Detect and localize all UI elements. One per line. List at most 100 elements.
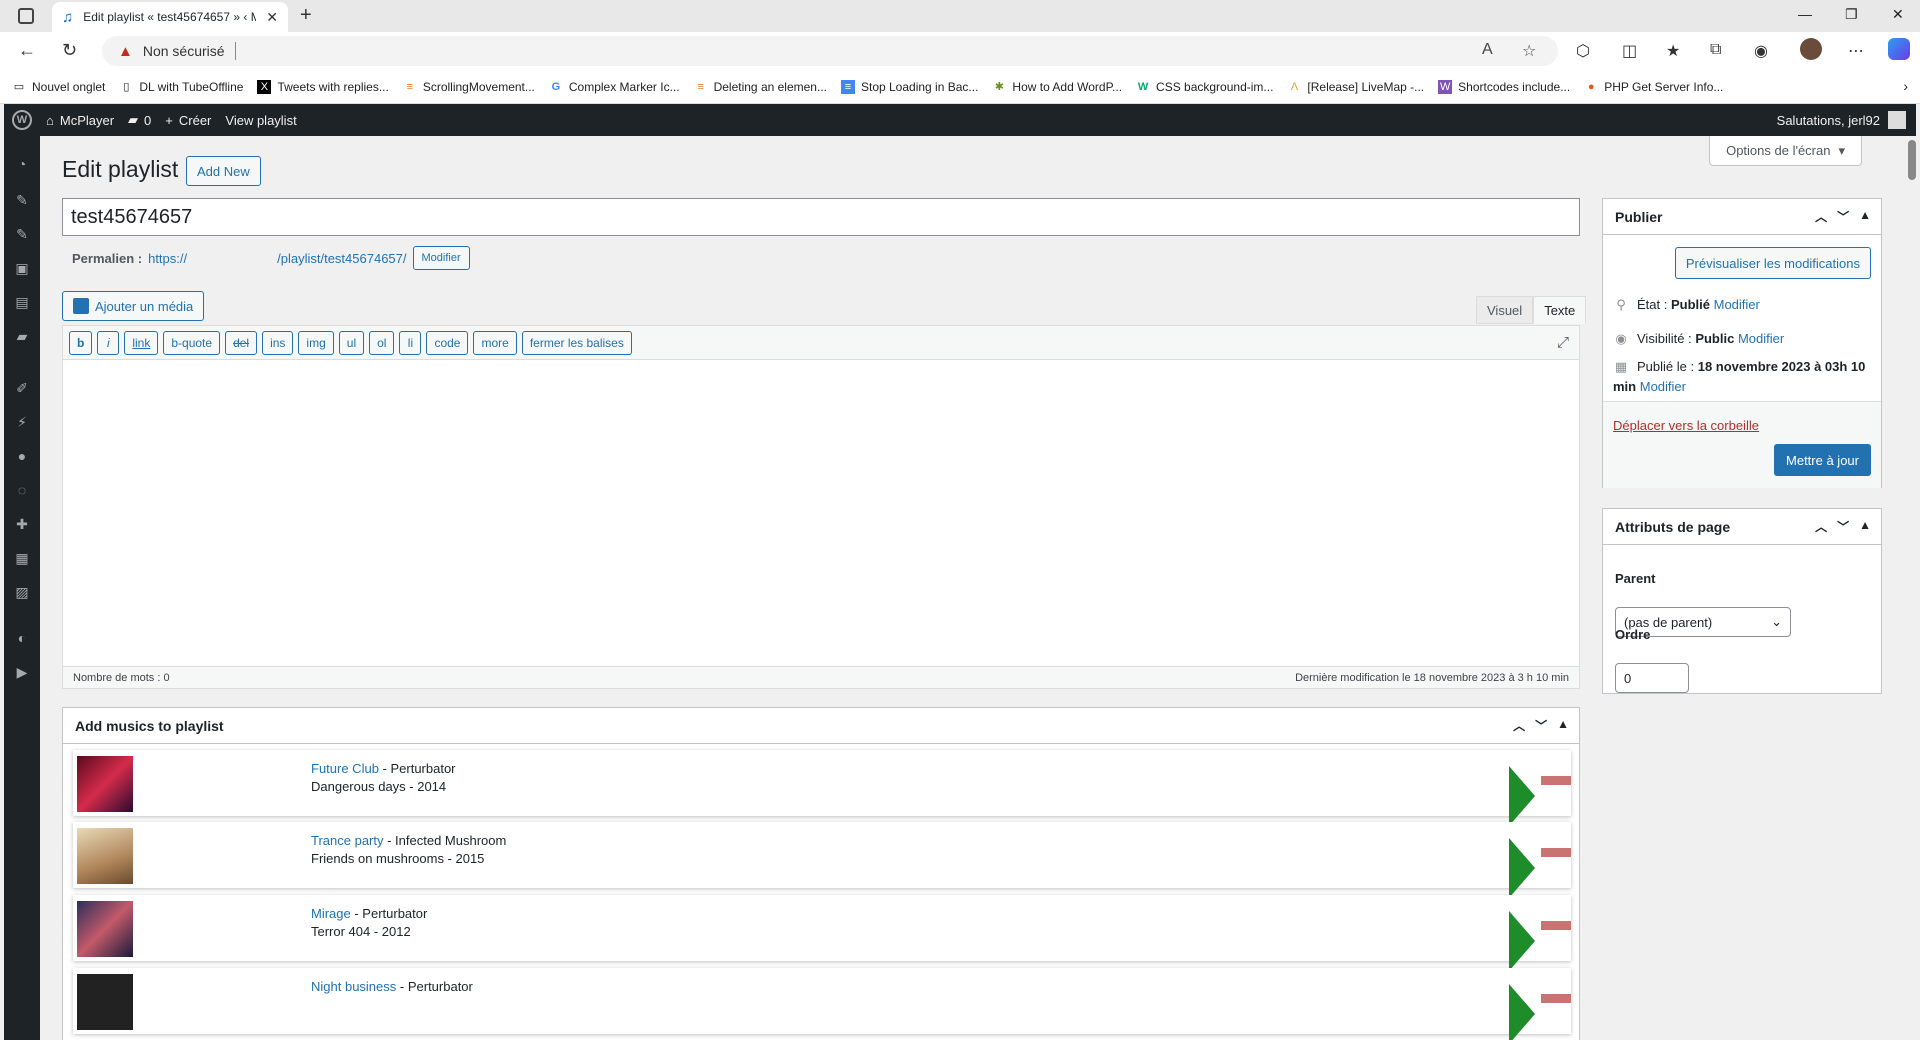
collapse-icon[interactable]: ◐	[14, 630, 30, 646]
read-aloud-icon[interactable]: A	[1482, 41, 1493, 59]
copilot-icon[interactable]	[1888, 38, 1910, 60]
users-icon[interactable]: ●	[14, 448, 30, 464]
add-new-button[interactable]: Add New	[186, 156, 261, 186]
play-icon[interactable]	[1509, 766, 1535, 826]
update-button[interactable]: Mettre à jour	[1774, 444, 1871, 476]
pin-icon[interactable]: ✎	[14, 226, 30, 242]
remove-icon[interactable]	[1541, 848, 1571, 857]
bookmark[interactable]: ▭ Nouvel onglet	[12, 80, 106, 94]
pin-icon[interactable]: ✎	[14, 192, 30, 208]
new-tab-button[interactable]: +	[300, 4, 312, 27]
qt-li-button[interactable]: li	[399, 330, 422, 355]
tab-visual[interactable]: Visuel	[1476, 296, 1534, 324]
move-up-icon[interactable]: ︿	[1513, 717, 1525, 734]
qt-italic-button[interactable]: i	[97, 330, 120, 355]
permalink-prefix-link[interactable]: https://	[148, 251, 187, 266]
bookmark[interactable]: ✱ How to Add WordP...	[992, 80, 1122, 94]
screen-options-button[interactable]: Options de l'écran ▾	[1709, 136, 1862, 166]
remove-icon[interactable]	[1541, 994, 1571, 1003]
permalink-path-link[interactable]: /playlist/test45674657/	[277, 251, 406, 266]
more-icon[interactable]: ⋯	[1848, 41, 1864, 61]
extensions-icon[interactable]: ⬡	[1576, 41, 1590, 61]
bookmark[interactable]: X Tweets with replies...	[257, 79, 389, 94]
track-link[interactable]: Trance party	[311, 833, 384, 848]
close-tab-icon[interactable]: ✕	[266, 9, 278, 26]
url-field[interactable]: ▲ Non sécurisé	[102, 36, 1558, 66]
game-icon[interactable]: ◉	[1754, 41, 1768, 61]
track-link[interactable]: Mirage	[311, 906, 351, 921]
play-icon[interactable]	[1509, 911, 1535, 971]
bookmark[interactable]: Λ [Release] LiveMap -...	[1287, 80, 1424, 94]
close-window-icon[interactable]: ✕	[1892, 6, 1904, 23]
qt-code-button[interactable]: code	[426, 330, 469, 355]
site-name-link[interactable]: ⌂ McPlayer	[46, 113, 114, 128]
order-input[interactable]: 0	[1615, 663, 1689, 693]
toggle-panel-icon[interactable]: ▲	[1557, 717, 1569, 734]
qt-img-button[interactable]: img	[298, 330, 334, 355]
remove-icon[interactable]	[1541, 776, 1571, 785]
view-playlist-link[interactable]: View playlist	[225, 113, 296, 128]
track-link[interactable]: Future Club	[311, 761, 379, 776]
qt-blockquote-button[interactable]: b-quote	[163, 330, 221, 355]
minimize-icon[interactable]: —	[1798, 6, 1812, 22]
bookmark[interactable]: W CSS background-im...	[1136, 80, 1274, 94]
bookmark[interactable]: ≡ Deleting an elemen...	[694, 80, 827, 94]
comments-link[interactable]: ▰ 0	[128, 112, 151, 128]
split-screen-icon[interactable]: ◫	[1622, 41, 1637, 61]
qt-ins-button[interactable]: ins	[262, 330, 294, 355]
favorite-star-icon[interactable]: ☆	[1522, 41, 1536, 61]
wordpress-logo-icon[interactable]: W	[12, 110, 32, 130]
qt-ol-button[interactable]: ol	[369, 330, 395, 355]
media-icon[interactable]: ▣	[14, 260, 30, 276]
qt-link-button[interactable]: link	[124, 330, 159, 355]
dashboard-icon[interactable]: ◔	[14, 156, 30, 172]
qt-ul-button[interactable]: ul	[338, 330, 365, 355]
bookmark[interactable]: ≡ ScrollingMovement...	[403, 80, 535, 94]
edit-status-link[interactable]: Modifier	[1714, 297, 1760, 312]
post-title-input[interactable]: test45674657	[62, 198, 1580, 236]
appearance-icon[interactable]: ✐	[14, 380, 30, 396]
pages-icon[interactable]: ▤	[14, 294, 30, 310]
collections-icon[interactable]: ⧉	[1710, 41, 1721, 59]
qt-more-button[interactable]: more	[473, 330, 517, 355]
permalink-edit-button[interactable]: Modifier	[412, 246, 470, 270]
fullscreen-icon[interactable]: ⤢	[1557, 334, 1569, 351]
profile-avatar[interactable]	[1800, 38, 1822, 60]
play-icon[interactable]	[1509, 838, 1535, 898]
move-up-icon[interactable]: ︿	[1815, 518, 1827, 535]
bookmark[interactable]: ≡ Stop Loading in Bac...	[840, 79, 978, 94]
browser-tab[interactable]: ♫ Edit playlist « test45674657 » ‹ M ✕	[52, 2, 288, 32]
bookmark[interactable]: G Complex Marker Ic...	[549, 80, 680, 94]
music-disc-icon[interactable]: ◌	[14, 482, 30, 498]
scrollbar-thumb[interactable]	[1908, 140, 1916, 180]
settings-icon[interactable]: ▦	[14, 550, 30, 566]
qt-del-button[interactable]: del	[225, 330, 258, 355]
move-to-trash-link[interactable]: Déplacer vers la corbeille	[1613, 418, 1759, 433]
move-down-icon[interactable]: ﹀	[1837, 518, 1849, 535]
toggle-panel-icon[interactable]: ▲	[1859, 518, 1871, 535]
preview-changes-button[interactable]: Prévisualiser les modifications	[1674, 247, 1871, 279]
play-icon[interactable]	[1509, 984, 1535, 1040]
page-scrollbar[interactable]	[1908, 140, 1916, 1040]
account-menu[interactable]: Salutations, jerl92	[1777, 111, 1906, 129]
tab-actions-icon[interactable]	[18, 8, 34, 24]
tools-icon[interactable]: ✚	[14, 516, 30, 532]
track-link[interactable]: Night business	[311, 979, 396, 994]
edit-visibility-link[interactable]: Modifier	[1738, 331, 1784, 346]
edit-date-link[interactable]: Modifier	[1640, 379, 1686, 394]
qt-close-tags-button[interactable]: fermer les balises	[521, 330, 632, 355]
back-icon[interactable]: ←	[18, 40, 36, 61]
bookmark[interactable]: ● PHP Get Server Info...	[1584, 80, 1724, 94]
move-down-icon[interactable]: ﹀	[1837, 208, 1849, 225]
refresh-icon[interactable]: ↻	[62, 40, 77, 61]
favorites-icon[interactable]: ★	[1666, 41, 1680, 61]
move-down-icon[interactable]: ﹀	[1535, 717, 1547, 734]
remove-icon[interactable]	[1541, 921, 1571, 930]
tab-text[interactable]: Texte	[1533, 296, 1587, 324]
toggle-panel-icon[interactable]: ▲	[1859, 208, 1871, 225]
bookmark[interactable]: W Shortcodes include...	[1438, 79, 1570, 94]
qt-bold-button[interactable]: b	[69, 330, 93, 355]
play-circle-icon[interactable]: ▶	[14, 664, 30, 680]
plugins-icon[interactable]: ⚡	[14, 414, 30, 430]
chevron-right-icon[interactable]: ›	[1903, 78, 1908, 94]
